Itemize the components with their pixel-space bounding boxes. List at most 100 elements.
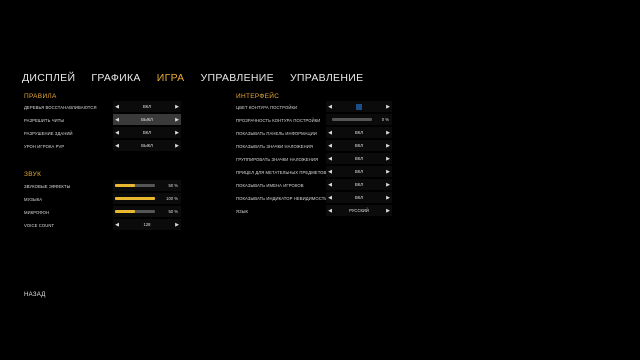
sfx-volume-slider[interactable]: 50 % [113,180,181,191]
arrow-right-icon[interactable]: ▶ [173,222,181,228]
setting-row-throw-reticle: ПРИЦЕЛ ДЛЯ МЕТАТЕЛЬНЫХ ПРЕДМЕТОВ [236,166,326,178]
slider-body[interactable]: 0 % [326,117,392,122]
tab-controls[interactable]: УПРАВЛЕНИЕ [201,72,274,84]
tab-game[interactable]: ИГРА [157,72,185,84]
player-names-selector: ◀ ВКЛ ▶ [326,179,392,190]
setting-label: ЦВЕТ КОНТУРА ПОСТРОЙКИ [236,104,298,110]
arrow-right-icon[interactable]: ▶ [384,130,392,136]
setting-row-voice-count: VOICE COUNT [24,219,54,231]
arrow-right-icon[interactable]: ▶ [384,156,392,162]
pvp-damage-selector: ◀ ВЫКЛ ▶ [113,140,181,151]
info-panel-selector: ◀ ВКЛ ▶ [326,127,392,138]
setting-value: ВКЛ [355,156,363,161]
setting-value: ВКЛ [355,169,363,174]
arrow-left-icon[interactable]: ◀ [326,104,334,110]
arrow-right-icon[interactable]: ▶ [173,104,181,110]
setting-label: МУЗЫКА [24,196,43,202]
arrow-right-icon[interactable]: ▶ [384,104,392,110]
setting-value: ВКЛ [143,104,151,109]
setting-row-player-names: ПОКАЗЫВАТЬ ИМЕНА ИГРОКОВ [236,179,304,191]
setting-value: 128 [143,222,151,227]
setting-row-building-destruction: РАЗРУШЕНИЕ ЗДАНИЙ [24,127,73,139]
color-swatch[interactable] [356,103,362,110]
arrow-left-icon[interactable]: ◀ [326,182,334,188]
arrow-right-icon[interactable]: ▶ [173,117,181,123]
arrow-right-icon[interactable]: ▶ [384,169,392,175]
slider-track[interactable] [115,197,155,200]
setting-value: ВКЛ [355,195,363,200]
setting-label: ПОКАЗЫВАТЬ ЗНАЧКИ НАЛОЖЕНИЯ [236,143,313,149]
tab-controls-2[interactable]: УПРАВЛЕНИЕ [290,72,363,84]
microphone-volume-slider[interactable]: 50 % [113,206,181,217]
arrow-right-icon[interactable]: ▶ [384,195,392,201]
slider-fill [115,210,135,213]
setting-label: ПОКАЗЫВАТЬ ИНДИКАТОР НЕВИДИМОСТИ [236,195,328,201]
outline-opacity-slider[interactable]: 0 % [326,114,392,125]
allow-cheats-selector: ◀ ВЫКЛ ▶ [113,114,181,125]
setting-row-outline-color: ЦВЕТ КОНТУРА ПОСТРОЙКИ [236,101,297,113]
slider-track[interactable] [115,210,155,213]
setting-row-stealth-indicator: ПОКАЗЫВАТЬ ИНДИКАТОР НЕВИДИМОСТИ [236,192,328,204]
setting-value: РУССКИЙ [349,208,369,213]
slider-body[interactable]: 50 % [113,209,181,214]
arrow-left-icon[interactable]: ◀ [326,130,334,136]
setting-label: ДЕРЕВЬЯ ВОССТАНАВЛИВАЮТСЯ [24,104,97,110]
music-volume-slider[interactable]: 100 % [113,193,181,204]
throw-reticle-selector: ◀ ВКЛ ▶ [326,166,392,177]
setting-label: ГРУППИРОВАТЬ ЗНАЧКИ НАЛОЖЕНИЯ [236,156,319,162]
setting-value: ВЫКЛ [141,143,153,148]
overlay-icons-selector: ◀ ВКЛ ▶ [326,140,392,151]
language-selector: ◀ РУССКИЙ ▶ [326,205,392,216]
interface-section-title: ИНТЕРФЕЙС [236,93,280,100]
slider-value: 100 % [166,196,178,201]
building-destruction-selector: ◀ ВКЛ ▶ [113,127,181,138]
setting-label: РАЗРУШЕНИЕ ЗДАНИЙ [24,130,73,136]
setting-label: РАЗРЕШИТЬ ЧИТЫ [24,117,65,123]
arrow-left-icon[interactable]: ◀ [113,130,121,136]
slider-track[interactable] [332,118,372,121]
setting-row-info-panel: ПОКАЗЫВАТЬ ПАНЕЛЬ ИНФОРМАЦИИ [236,127,317,139]
arrow-left-icon[interactable]: ◀ [113,222,121,228]
setting-row-pvp-damage: УРОН ИГРОКА PVP [24,140,64,152]
arrow-left-icon[interactable]: ◀ [326,195,334,201]
slider-body[interactable]: 50 % [113,183,181,188]
arrow-left-icon[interactable]: ◀ [113,117,121,123]
back-button[interactable]: НАЗАД [24,292,46,298]
arrow-left-icon[interactable]: ◀ [113,104,121,110]
setting-value: ВКЛ [355,143,363,148]
slider-fill [115,184,135,187]
tab-graphics[interactable]: ГРАФИКА [91,72,140,84]
tab-display[interactable]: ДИСПЛЕЙ [22,72,75,84]
setting-label: ЗВУКОВЫЕ ЭФФЕКТЫ [24,183,71,189]
arrow-right-icon[interactable]: ▶ [384,208,392,214]
arrow-left-icon[interactable]: ◀ [113,143,121,149]
arrow-left-icon[interactable]: ◀ [326,169,334,175]
stealth-indicator-selector: ◀ ВКЛ ▶ [326,192,392,203]
arrow-right-icon[interactable]: ▶ [173,130,181,136]
rules-section-title: ПРАВИЛА [24,93,57,100]
arrow-left-icon[interactable]: ◀ [326,143,334,149]
slider-body[interactable]: 100 % [113,196,181,201]
setting-label: ПОКАЗЫВАТЬ ИМЕНА ИГРОКОВ [236,182,304,188]
setting-label: ПРОЗРАЧНОСТЬ КОНТУРА ПОСТРОЙКИ [236,117,321,123]
setting-label: УРОН ИГРОКА PVP [24,143,65,149]
setting-value: ВКЛ [143,130,151,135]
arrow-left-icon[interactable]: ◀ [326,156,334,162]
slider-track[interactable] [115,184,155,187]
setting-row-outline-opacity: ПРОЗРАЧНОСТЬ КОНТУРА ПОСТРОЙКИ [236,114,320,126]
voice-count-selector: ◀ 128 ▶ [113,219,181,230]
arrow-right-icon[interactable]: ▶ [384,182,392,188]
setting-row-language: ЯЗЫК [236,205,248,217]
setting-value: ВКЛ [355,130,363,135]
group-overlay-icons-selector: ◀ ВКЛ ▶ [326,153,392,164]
arrow-right-icon[interactable]: ▶ [384,143,392,149]
arrow-right-icon[interactable]: ▶ [173,143,181,149]
setting-row-allow-cheats: РАЗРЕШИТЬ ЧИТЫ [24,114,64,126]
trees-regrow-selector: ◀ ВКЛ ▶ [113,101,181,112]
slider-value: 0 % [381,117,389,122]
tab-bar: ДИСПЛЕЙ ГРАФИКА ИГРА УПРАВЛЕНИЕ УПРАВЛЕН… [22,72,379,84]
setting-label: VOICE COUNT [24,222,55,228]
arrow-left-icon[interactable]: ◀ [326,208,334,214]
setting-row-music: МУЗЫКА [24,193,42,205]
setting-row-overlay-icons: ПОКАЗЫВАТЬ ЗНАЧКИ НАЛОЖЕНИЯ [236,140,313,152]
